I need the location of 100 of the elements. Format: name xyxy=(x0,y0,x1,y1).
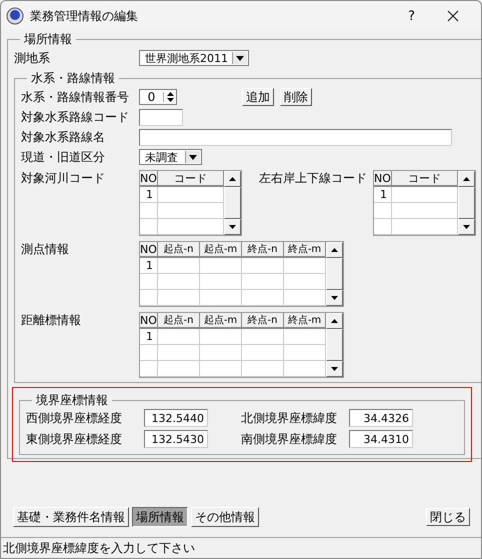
table-cell xyxy=(200,345,242,361)
table-cell xyxy=(392,187,458,203)
field-label: 対象水系路線コード xyxy=(21,108,130,126)
table-cell xyxy=(284,361,326,377)
tab-button[interactable]: 基礎・業務件名情報 xyxy=(13,507,129,527)
table-cell xyxy=(242,274,284,290)
table-cell xyxy=(284,329,326,345)
dropdown[interactable]: 未調査 xyxy=(139,149,202,165)
table-cell xyxy=(392,219,458,235)
table-cell xyxy=(140,274,158,290)
scroll-down-icon[interactable] xyxy=(326,290,343,306)
input-field[interactable]: 132.5430 xyxy=(144,430,208,448)
table-cell: 1 xyxy=(374,187,392,203)
table-cell xyxy=(242,258,284,274)
input-field[interactable] xyxy=(139,108,183,126)
tab-button[interactable]: 場所情報 xyxy=(132,507,188,527)
table-cell xyxy=(158,274,200,290)
input-field[interactable]: 34.4310 xyxy=(349,430,413,448)
table-cell xyxy=(284,345,326,361)
table-cell xyxy=(158,329,200,345)
column-header: 起点-n xyxy=(158,313,200,329)
table-cell xyxy=(284,290,326,306)
table-cell xyxy=(374,203,392,219)
scroll-up-icon[interactable] xyxy=(224,171,241,187)
input-field[interactable]: 34.4326 xyxy=(349,409,413,427)
table-cell xyxy=(392,203,458,219)
field-label: 西側境界座標経度 xyxy=(26,410,123,426)
table-cell xyxy=(374,219,392,235)
input-field[interactable]: 132.5440 xyxy=(144,409,208,427)
dropdown[interactable]: 世界測地系2011 xyxy=(139,50,249,66)
column-header: 起点-m xyxy=(200,313,242,329)
column-header: 起点-m xyxy=(200,242,242,258)
field-label: 水系・路線情報番号 xyxy=(21,88,130,106)
data-grid[interactable]: NO 起点-n 起点-m 終点-n 終点-m 1 xyxy=(139,312,344,378)
tab-button[interactable]: その他情報 xyxy=(191,507,259,527)
field-label: 北側境界座標緯度 xyxy=(241,410,338,426)
table-cell xyxy=(140,203,158,219)
table-cell xyxy=(242,345,284,361)
scroll-up-icon[interactable] xyxy=(458,171,475,187)
group-title: 境界座標情報 xyxy=(35,392,109,409)
window-title: 業務管理情報の編集 xyxy=(30,8,138,24)
column-header: NO xyxy=(140,242,158,258)
caret-icon[interactable] xyxy=(189,154,197,160)
table-cell xyxy=(158,361,200,377)
group-title: 場所情報 xyxy=(23,31,73,48)
table-cell xyxy=(158,258,200,274)
data-grid[interactable]: NO コード 1 xyxy=(139,170,242,236)
column-header: 終点-m xyxy=(284,242,326,258)
column-header: コード xyxy=(392,171,458,187)
help-button[interactable]: ? xyxy=(408,8,415,24)
data-grid[interactable]: NO コード 1 xyxy=(373,170,476,236)
table-cell: 1 xyxy=(140,187,158,203)
column-header: NO xyxy=(140,313,158,329)
table-cell xyxy=(158,290,200,306)
table-cell xyxy=(158,187,224,203)
caret-icon[interactable] xyxy=(236,56,244,60)
scroll-thumb[interactable] xyxy=(458,187,475,219)
field-label: 測地系 xyxy=(14,50,51,66)
field-label: 距離標情報 xyxy=(21,312,82,329)
add-button[interactable]: 追加 xyxy=(242,88,274,106)
field-label: 東側境界座標経度 xyxy=(26,430,123,448)
table-cell xyxy=(200,274,242,290)
spin-down-icon[interactable] xyxy=(166,98,174,102)
table-cell xyxy=(242,290,284,306)
table-cell xyxy=(200,290,242,306)
column-header: 終点-n xyxy=(242,313,284,329)
spin-field[interactable]: 0 xyxy=(139,89,177,105)
table-cell xyxy=(284,258,326,274)
column-header: NO xyxy=(140,171,158,187)
scroll-thumb[interactable] xyxy=(326,329,343,361)
column-header: NO xyxy=(374,171,392,187)
spin-up-icon[interactable] xyxy=(166,92,174,96)
table-cell xyxy=(200,329,242,345)
field-label: 測点情報 xyxy=(21,241,70,258)
close-button[interactable]: 閉じる xyxy=(426,508,470,526)
table-cell xyxy=(200,258,242,274)
table-cell xyxy=(158,203,224,219)
close-icon[interactable] xyxy=(447,10,459,22)
column-header: 終点-m xyxy=(284,313,326,329)
field-label: 左右岸上下線コード xyxy=(259,170,368,187)
table-cell xyxy=(200,361,242,377)
table-cell xyxy=(140,290,158,306)
status-bar: 北側境界座標緯度を入力して下さい xyxy=(1,537,481,558)
delete-button[interactable]: 削除 xyxy=(280,88,312,106)
app-icon xyxy=(6,7,24,25)
scroll-thumb[interactable] xyxy=(326,258,343,290)
input-field[interactable] xyxy=(139,128,452,146)
table-cell xyxy=(140,361,158,377)
scroll-down-icon[interactable] xyxy=(458,219,475,235)
column-header: コード xyxy=(158,171,224,187)
table-cell xyxy=(242,329,284,345)
table-cell xyxy=(158,345,200,361)
scroll-up-icon[interactable] xyxy=(326,242,343,258)
group-title: 水系・路線情報 xyxy=(30,70,116,87)
scroll-thumb[interactable] xyxy=(224,187,241,219)
scroll-down-icon[interactable] xyxy=(326,361,343,377)
data-grid[interactable]: NO 起点-n 起点-m 終点-n 終点-m 1 xyxy=(139,241,344,307)
table-cell xyxy=(284,274,326,290)
scroll-up-icon[interactable] xyxy=(326,313,343,329)
scroll-down-icon[interactable] xyxy=(224,219,241,235)
